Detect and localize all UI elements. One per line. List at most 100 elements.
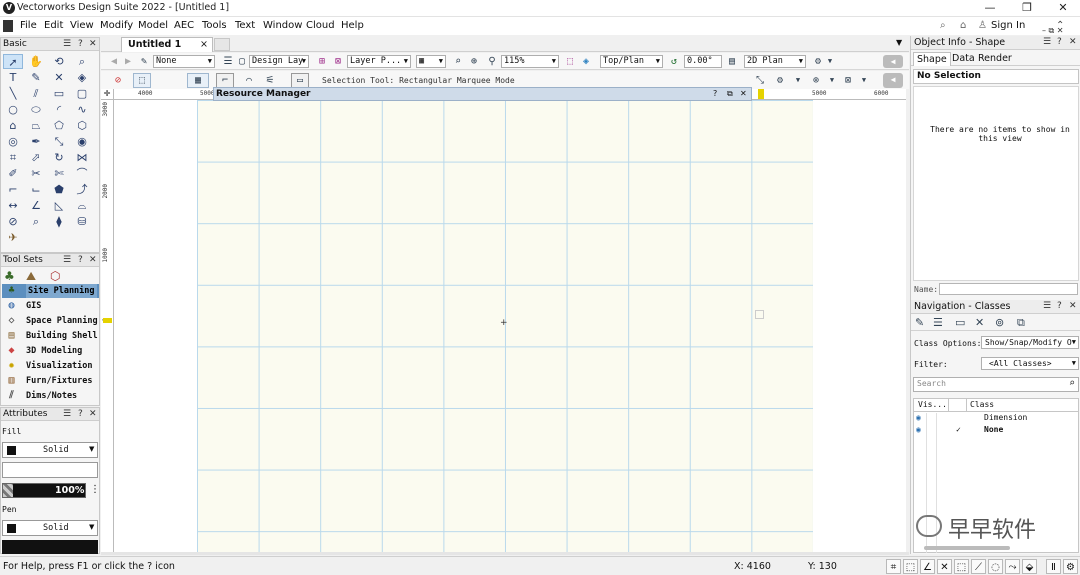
offset-tool-icon[interactable]: ✐ xyxy=(3,166,23,181)
tab-list-chevron-icon[interactable]: ▼ xyxy=(896,38,902,47)
snap-tangent-icon[interactable]: ⟋ xyxy=(971,559,986,574)
arc-tool-icon[interactable]: ◜ xyxy=(49,102,69,117)
marquee-select-icon[interactable]: ⬚ xyxy=(133,73,151,88)
fillet-tool-icon[interactable]: ⌒ xyxy=(72,166,92,181)
close-icon[interactable]: ✕ xyxy=(1045,0,1080,17)
class-options-icon[interactable]: ⊞ xyxy=(315,55,329,68)
oval-tool-icon[interactable]: ⬭ xyxy=(26,102,46,117)
gear-icon[interactable]: ⚙ xyxy=(1063,559,1078,574)
lasso-icon[interactable]: ⌒ xyxy=(240,73,258,88)
toggle-view-bar-icon[interactable]: ◀ xyxy=(883,55,903,68)
menu-cloud[interactable]: Cloud xyxy=(306,20,335,31)
fill-style-dropdown[interactable]: Solid ▼ xyxy=(2,442,98,458)
menu-help[interactable]: Help xyxy=(341,20,364,31)
reshape-tool-icon[interactable]: ⬀ xyxy=(26,150,46,165)
menu-window[interactable]: Window xyxy=(263,20,302,31)
opacity-field[interactable]: 100% xyxy=(2,483,86,498)
more-options-icon[interactable]: ⋮ xyxy=(90,484,100,495)
eyedropper-tool-icon[interactable]: ✒ xyxy=(26,134,46,149)
pen-color-field[interactable] xyxy=(2,540,98,554)
sheet-layers-icon[interactable]: ▭ xyxy=(955,316,965,329)
hole-tool-icon[interactable]: ⌓ xyxy=(72,198,92,213)
toolset-building-shell[interactable]: ▤ Building Shell xyxy=(2,329,99,343)
references-icon[interactable]: ⧉ xyxy=(1017,316,1025,330)
snap-point-icon[interactable]: ◌ xyxy=(988,559,1003,574)
rotation-field[interactable]: 0.00° xyxy=(684,55,722,68)
layer-options-dropdown[interactable]: Layer P... ▼ xyxy=(347,55,411,68)
plugin-tool-icon[interactable]: ✈ xyxy=(3,230,23,245)
drawing-area[interactable]: + xyxy=(114,100,906,552)
toggle-mode-bar-icon[interactable]: ◀ xyxy=(883,73,903,88)
active-class-dropdown[interactable]: None ▼ xyxy=(153,55,215,68)
locus-tool-icon[interactable]: ✕ xyxy=(49,70,69,85)
rectangular-marquee-icon[interactable]: ▦ xyxy=(187,73,209,88)
zoom-fit-icon[interactable]: ⌕ xyxy=(451,55,465,68)
zoom-tool-icon[interactable]: ⌕ xyxy=(72,54,92,69)
mirror-tool-icon[interactable]: ⋈ xyxy=(72,150,92,165)
doc-window-controls[interactable]: – ⧉ ✕ xyxy=(1042,26,1064,36)
viewports-icon[interactable]: ✕ xyxy=(975,316,984,329)
snap-object-icon[interactable]: ⬚ xyxy=(903,559,918,574)
chevron-down-icon[interactable]: ▼ xyxy=(789,73,807,88)
freehand-tool-icon[interactable]: ∿ xyxy=(72,102,92,117)
active-layer-dropdown[interactable]: Design Lay ▼ xyxy=(249,55,309,68)
tab-render[interactable]: Render xyxy=(975,52,1015,66)
help-icon[interactable]: ? xyxy=(1057,36,1062,49)
solid-tool-icon[interactable]: ⧫ xyxy=(49,214,69,229)
close-icon[interactable]: ✕ xyxy=(740,88,747,100)
search-object-tool-icon[interactable]: ⌕ xyxy=(26,214,46,229)
palette-menu-icon[interactable]: ☰ xyxy=(1043,300,1051,313)
layers-icon[interactable]: ☰ xyxy=(933,316,943,329)
terrain-icon[interactable]: ⛰ xyxy=(26,269,36,284)
toolset-gis[interactable]: ◍ GIS xyxy=(2,299,99,313)
toolset-site-planning[interactable]: ♣ Site Planning xyxy=(2,284,99,298)
split-tool-icon[interactable]: ✂ xyxy=(26,166,46,181)
cylinder-tool-icon[interactable]: ⛁ xyxy=(72,214,92,229)
close-icon[interactable]: ✕ xyxy=(1069,36,1077,49)
zoom-dropdown[interactable]: 115% ▼ xyxy=(501,55,559,68)
double-line-tool-icon[interactable]: ⫽ xyxy=(26,86,46,101)
regular-polygon-tool-icon[interactable]: ⬡ xyxy=(72,118,92,133)
close-icon[interactable]: ✕ xyxy=(89,38,97,50)
polygon-marquee-icon[interactable]: ⌐ xyxy=(216,73,234,88)
polyline-tool-icon[interactable]: ⌂ xyxy=(3,118,23,133)
render-mode-dropdown[interactable]: 2D Plan ▼ xyxy=(744,55,806,68)
filter-dropdown[interactable]: <All Classes> ▼ xyxy=(981,357,1079,370)
snap-icon[interactable]: ⤡ xyxy=(751,73,769,88)
angular-dim-tool-icon[interactable]: ∠ xyxy=(26,198,46,213)
disable-select-icon[interactable]: ⊘ xyxy=(109,73,127,88)
standard-view-dropdown[interactable]: Top/Plan ▼ xyxy=(600,55,663,68)
help-icon[interactable]: ? xyxy=(78,254,83,266)
pen-style-dropdown[interactable]: Solid ▼ xyxy=(2,520,98,536)
chevron-down-icon[interactable]: ▼ xyxy=(855,73,873,88)
menu-text[interactable]: Text xyxy=(235,20,255,31)
help-icon[interactable]: ? xyxy=(713,88,717,100)
polygon-tool-icon[interactable]: ⬠ xyxy=(49,118,69,133)
sign-in-link[interactable]: Sign In xyxy=(991,20,1025,31)
toolset-visualization[interactable]: ✹ Visualization xyxy=(2,359,99,373)
rectangle-tool-icon[interactable]: ▭ xyxy=(49,86,69,101)
class-row-dimension[interactable]: ◉ Dimension xyxy=(914,413,1078,425)
flyover-tool-icon[interactable]: ⟲ xyxy=(49,54,69,69)
extrude-tool-icon[interactable]: ⬟ xyxy=(49,182,69,197)
snap-angle-icon[interactable]: ∠ xyxy=(920,559,935,574)
connect-tool-icon[interactable]: ⌐ xyxy=(3,182,23,197)
attribute-mapping-tool-icon[interactable]: ⤡ xyxy=(49,134,69,149)
pause-icon[interactable]: Ⅱ xyxy=(1046,559,1061,574)
visible-eye-icon[interactable]: ◉ xyxy=(916,413,921,422)
menu-model[interactable]: Model xyxy=(138,20,168,31)
rotate-tool-icon[interactable]: ↻ xyxy=(49,150,69,165)
snap-intersection-icon[interactable]: ✕ xyxy=(937,559,952,574)
toolset-space-planning[interactable]: ◇ Space Planning xyxy=(2,314,99,328)
menu-edit[interactable]: Edit xyxy=(44,20,63,31)
snap-distance-icon[interactable]: ⬚ xyxy=(954,559,969,574)
pan-tool-icon[interactable]: ✋ xyxy=(26,54,46,69)
stack-layers-dropdown[interactable]: ▦ ▼ xyxy=(416,55,446,68)
spiral-tool-icon[interactable]: ◎ xyxy=(3,134,23,149)
minimize-icon[interactable]: — xyxy=(972,0,1008,17)
chevron-down-icon[interactable]: ▼ xyxy=(823,55,837,68)
chamfer-tool-icon[interactable]: ⌙ xyxy=(26,182,46,197)
rounded-rect-tool-icon[interactable]: ▢ xyxy=(72,86,92,101)
clip-tool-icon[interactable]: ⌗ xyxy=(3,150,23,165)
snap-surface-icon[interactable]: ⬙ xyxy=(1022,559,1037,574)
